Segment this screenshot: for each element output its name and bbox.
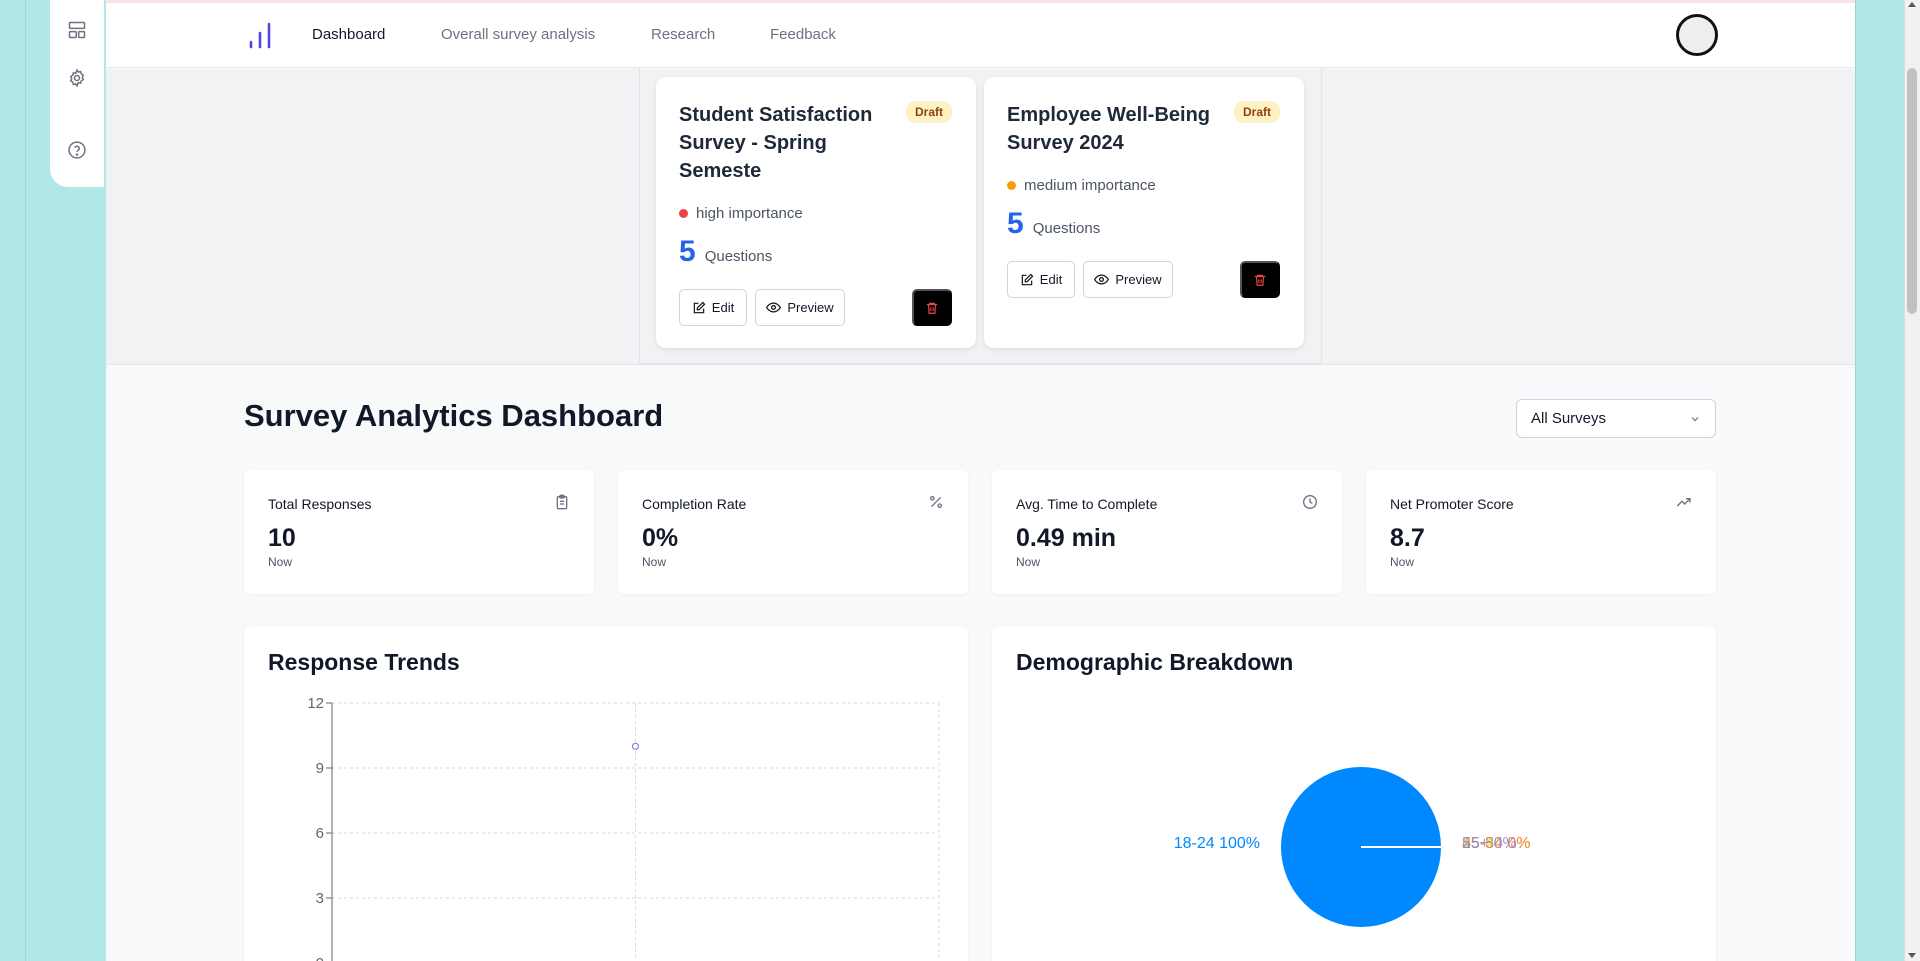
delete-button[interactable]	[912, 289, 952, 326]
question-count-number: 5	[679, 235, 696, 268]
scroll-up-arrow-icon[interactable]	[1908, 2, 1916, 7]
preview-button[interactable]: Preview	[755, 289, 845, 326]
user-avatar[interactable]	[1676, 14, 1718, 56]
importance-dot	[1007, 181, 1016, 190]
question-count-number: 5	[1007, 207, 1024, 240]
stat-label: Avg. Time to Complete	[1016, 496, 1158, 512]
nav-link-dashboard[interactable]: Dashboard	[312, 26, 385, 43]
stat-label: Net Promoter Score	[1390, 496, 1514, 512]
question-count: 5 Questions	[1007, 207, 1100, 241]
trash-icon	[1254, 274, 1266, 286]
demographic-breakdown-panel: Demographic Breakdown 18-24 100% 25-34 0%…	[992, 627, 1716, 961]
stat-card-net-promoter-score: Net Promoter Score 8.7 Now	[1366, 470, 1716, 594]
y-tick-label: 6	[316, 825, 324, 842]
stat-subtext: Now	[642, 555, 667, 569]
survey-cards-section: Student Satisfaction Survey - Spring Sem…	[106, 68, 1855, 365]
vertical-scrollbar[interactable]	[1904, 0, 1920, 961]
y-tick-label: 3	[316, 890, 324, 907]
survey-filter-value: All Surveys	[1531, 410, 1607, 427]
stat-card-total-responses: Total Responses 10 Now	[244, 470, 594, 594]
stat-subtext: Now	[1390, 555, 1415, 569]
pie-slice-label: 18-24 100%	[1174, 835, 1260, 852]
stat-card-avg-time: Avg. Time to Complete 0.49 min Now	[992, 470, 1342, 594]
window-frame-left	[25, 0, 50, 961]
preview-label: Preview	[787, 300, 834, 315]
clock-icon	[1303, 495, 1317, 509]
demographic-pie-chart: 18-24 100% 25-34 0%35-44 0%45-54 0%55+ 0%	[1174, 767, 1531, 927]
edit-button[interactable]: Edit	[679, 289, 747, 326]
scroll-down-arrow-icon[interactable]	[1908, 953, 1916, 958]
stat-value: 10	[268, 524, 296, 552]
nav-link-research[interactable]: Research	[651, 26, 715, 43]
top-navbar: Dashboard Overall survey analysis Resear…	[106, 3, 1855, 68]
stat-value: 0%	[642, 524, 679, 552]
status-badge: Draft	[905, 101, 952, 123]
edit-icon	[693, 301, 706, 313]
importance-dot	[679, 209, 688, 218]
trash-icon	[926, 302, 938, 314]
y-tick-label: 9	[316, 760, 324, 777]
stat-card-completion-rate: Completion Rate 0% Now	[618, 470, 968, 594]
layout-icon[interactable]	[67, 20, 87, 40]
pie-slice-label: 55+ 0%	[1462, 835, 1517, 852]
nav-link-feedback[interactable]: Feedback	[770, 26, 836, 43]
y-tick-label: 0	[316, 955, 324, 961]
bar-chart-logo-icon[interactable]	[248, 22, 272, 50]
edit-icon	[1021, 273, 1034, 285]
stat-value: 8.7	[1390, 524, 1425, 552]
stat-label: Completion Rate	[642, 496, 747, 512]
stat-subtext: Now	[268, 555, 293, 569]
survey-cards-grid: Student Satisfaction Survey - Spring Sem…	[639, 68, 1322, 364]
help-icon[interactable]	[67, 140, 87, 160]
question-count: 5 Questions	[679, 235, 772, 269]
nav-link-overall-survey-analysis[interactable]: Overall survey analysis	[441, 26, 595, 43]
edit-label: Edit	[711, 300, 735, 315]
app-main: Dashboard Overall survey analysis Resear…	[106, 0, 1855, 961]
icon-rail	[50, 0, 104, 187]
survey-title: Student Satisfaction Survey - Spring Sem…	[679, 104, 873, 182]
importance-indicator: medium importance	[1007, 177, 1156, 194]
preview-button[interactable]: Preview	[1083, 261, 1173, 298]
edit-button[interactable]: Edit	[1007, 261, 1075, 298]
survey-card[interactable]: Employee Well-Being Survey 2024 Draft me…	[984, 77, 1304, 348]
survey-title: Employee Well-Being Survey 2024	[1007, 104, 1211, 154]
window-frame-right	[1855, 0, 1908, 961]
stat-subtext: Now	[1016, 555, 1041, 569]
delete-button[interactable]	[1240, 261, 1280, 298]
importance-indicator: high importance	[679, 205, 803, 222]
response-trends-chart: 0 3 6 9 12	[307, 695, 940, 961]
clipboard-icon	[556, 494, 568, 510]
data-point	[631, 742, 640, 750]
settings-gear-icon[interactable]	[67, 68, 87, 88]
trending-up-icon	[1676, 498, 1691, 507]
stat-value: 0.49 min	[1016, 524, 1117, 552]
response-trends-panel: Response Trends 036912	[244, 627, 968, 961]
status-badge: Draft	[1233, 101, 1280, 123]
y-tick-label: 12	[307, 695, 324, 712]
question-count-label: Questions	[704, 248, 773, 265]
scrollbar-thumb[interactable]	[1907, 68, 1917, 314]
question-count-label: Questions	[1032, 220, 1101, 237]
survey-filter-select[interactable]: All Surveys	[1516, 399, 1716, 438]
chevron-down-icon	[1691, 416, 1699, 421]
survey-card[interactable]: Student Satisfaction Survey - Spring Sem…	[656, 77, 976, 348]
preview-label: Preview	[1115, 272, 1162, 287]
edit-label: Edit	[1039, 272, 1063, 287]
eye-icon	[766, 302, 782, 313]
page-title: Survey Analytics Dashboard	[244, 398, 664, 433]
eye-icon	[1094, 274, 1110, 285]
percent-icon	[930, 496, 942, 508]
importance-label: high importance	[696, 205, 803, 222]
importance-label: medium importance	[1024, 177, 1156, 194]
stat-label: Total Responses	[268, 496, 372, 512]
